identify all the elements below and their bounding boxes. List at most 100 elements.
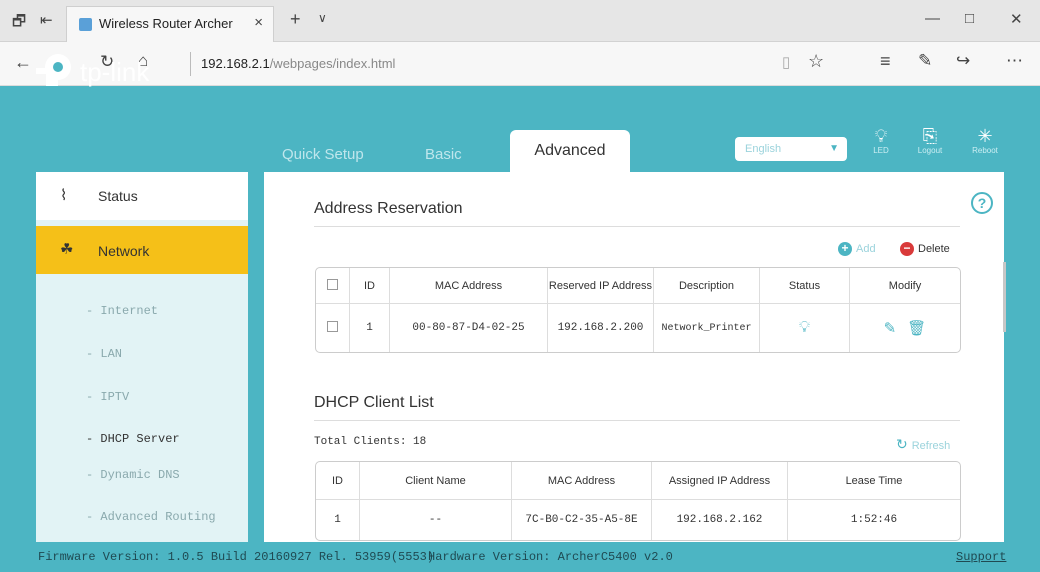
led-button[interactable]: 💡︎ LED: [861, 126, 901, 155]
new-tab-icon[interactable]: +: [290, 9, 301, 30]
column-header: MAC Address: [390, 268, 548, 304]
row-checkbox[interactable]: [327, 321, 338, 332]
sidebar-item-dhcp-server[interactable]: - DHCP Server: [86, 432, 180, 446]
tab-actions-icon[interactable]: 🗗: [12, 11, 26, 36]
sidebar-item-network[interactable]: ☘ Network: [36, 226, 248, 274]
tab-favicon-icon: [79, 18, 92, 31]
column-header: Client Name: [360, 462, 512, 500]
network-icon: ☘: [60, 241, 74, 258]
logout-button[interactable]: ⎘ Logout: [910, 126, 950, 155]
sidebar-item-internet[interactable]: - Internet: [86, 304, 158, 318]
favorites-star-icon[interactable]: ☆: [808, 51, 824, 72]
web-note-icon[interactable]: ✎: [918, 51, 932, 71]
support-link[interactable]: Support: [956, 550, 1006, 564]
modify-cell: ✎ 🗑︎: [850, 304, 960, 352]
address-reservation-title: Address Reservation: [314, 200, 463, 217]
add-button[interactable]: + Add: [838, 242, 876, 256]
refresh-icon: ↻: [896, 436, 908, 452]
table-header-row: ID Client Name MAC Address Assigned IP A…: [316, 462, 960, 500]
close-window-icon[interactable]: ✕: [1010, 10, 1023, 28]
tab-advanced[interactable]: Advanced: [510, 130, 630, 172]
close-tab-icon[interactable]: ×: [254, 14, 263, 31]
main-content: Address Reservation ? + Add − Delete ID MA…: [264, 172, 1004, 542]
more-icon[interactable]: ⋯: [1006, 51, 1023, 71]
dhcp-client-table: ID Client Name MAC Address Assigned IP A…: [315, 461, 961, 541]
dhcp-client-list-title: DHCP Client List: [314, 394, 434, 411]
pulse-icon: ⌇: [60, 187, 68, 204]
select-all-cell: [316, 268, 350, 304]
column-header: Reserved IP Address: [548, 268, 654, 304]
column-header: Description: [654, 268, 760, 304]
led-label: LED: [873, 146, 889, 155]
add-label: Add: [856, 242, 876, 255]
tab-basic[interactable]: Basic: [425, 146, 462, 163]
language-value: English: [745, 143, 782, 155]
chevron-down-icon: ▼: [829, 143, 839, 154]
table-row: 1 00-80-87-D4-02-25 192.168.2.200 Networ…: [316, 304, 960, 352]
scrollbar[interactable]: [1003, 262, 1006, 332]
total-clients: Total Clients: 18: [314, 436, 427, 448]
table-row: 1 -- 7C-B0-C2-35-A5-8E 192.168.2.162 1:5…: [316, 500, 960, 540]
url-host: 192.168.2.1: [201, 56, 270, 71]
select-all-checkbox[interactable]: [327, 278, 338, 290]
sidebar-item-dynamic-dns[interactable]: - Dynamic DNS: [86, 468, 180, 482]
status-cell: 💡︎: [760, 304, 850, 352]
reboot-label: Reboot: [972, 146, 998, 155]
sidebar-item-iptv[interactable]: - IPTV: [86, 390, 129, 404]
sidebar-item-label: Status: [98, 188, 138, 204]
url-field[interactable]: 192.168.2.1/webpages/index.html: [190, 52, 395, 76]
lease-time-cell: 1:52:46: [850, 514, 898, 526]
sidebar-item-advanced-routing[interactable]: - Advanced Routing: [86, 510, 216, 524]
column-header: Assigned IP Address: [652, 462, 788, 500]
row-select-cell: [316, 304, 350, 352]
help-icon[interactable]: ?: [971, 192, 993, 214]
logout-icon: ⎘: [922, 126, 938, 146]
back-icon[interactable]: ←: [14, 52, 32, 73]
id-cell: 1: [350, 304, 390, 352]
browser-tab[interactable]: Wireless Router Archer ×: [66, 6, 274, 42]
url-path: /webpages/index.html: [269, 56, 396, 71]
ip-cell: 192.168.2.200: [548, 304, 654, 352]
reservation-table: ID MAC Address Reserved IP Address Descr…: [315, 267, 961, 353]
reading-view-icon[interactable]: ▯: [782, 53, 790, 71]
tab-quick-setup[interactable]: Quick Setup: [282, 146, 364, 163]
edit-icon[interactable]: ✎: [884, 320, 897, 337]
bulb-icon: 💡︎: [874, 126, 888, 146]
logout-label: Logout: [917, 146, 943, 155]
trash-icon[interactable]: 🗑︎: [907, 320, 926, 337]
tp-link-logo-icon: [36, 52, 76, 93]
delete-button[interactable]: − Delete: [900, 242, 950, 256]
hardware-version: Hardware Version: ArcherC5400 v2.0: [428, 550, 673, 564]
description-cell: Network_Printer: [654, 304, 760, 352]
sidebar-item-status[interactable]: ⌇ Status: [36, 172, 248, 220]
tab-title: Wireless Router Archer: [99, 16, 233, 31]
sidebar-item-label: Network: [98, 243, 150, 259]
client-name-cell: --: [360, 500, 512, 540]
column-header: Lease Time: [788, 462, 960, 500]
id-cell: 1: [316, 500, 360, 540]
delete-icon: −: [900, 242, 914, 256]
refresh-button[interactable]: ↻ Refresh: [896, 436, 950, 453]
minimize-icon[interactable]: —: [925, 10, 940, 27]
ip-cell: 192.168.2.162: [652, 500, 788, 540]
table-header-row: ID MAC Address Reserved IP Address Descr…: [316, 268, 960, 304]
column-header: Modify: [850, 268, 960, 304]
browser-tab-bar: 🗗 ⇤ Wireless Router Archer × + ∨ — □ ✕: [0, 0, 1040, 42]
firmware-version: Firmware Version: 1.0.5 Build 20160927 R…: [38, 550, 435, 564]
maximize-icon[interactable]: □: [965, 10, 974, 27]
share-icon[interactable]: ↪: [956, 51, 970, 71]
reboot-icon: ✳: [977, 126, 993, 146]
mac-cell: 7C-B0-C2-35-A5-8E: [512, 500, 652, 540]
footer: Firmware Version: 1.0.5 Build 20160927 R…: [0, 542, 1040, 572]
tab-preview-chevron-icon[interactable]: ∨: [318, 11, 327, 25]
set-tabs-aside-icon[interactable]: ⇤: [40, 11, 53, 29]
status-bulb-icon[interactable]: 💡︎: [799, 319, 810, 336]
column-header: ID: [316, 462, 360, 500]
column-header: MAC Address: [512, 462, 652, 500]
sidebar-item-lan[interactable]: - LAN: [86, 347, 122, 361]
delete-label: Delete: [918, 242, 950, 255]
reboot-button[interactable]: ✳ Reboot: [965, 126, 1005, 155]
language-select[interactable]: English ▼: [735, 137, 847, 161]
refresh-label: Refresh: [911, 440, 951, 452]
hub-icon[interactable]: ≡: [880, 51, 891, 72]
